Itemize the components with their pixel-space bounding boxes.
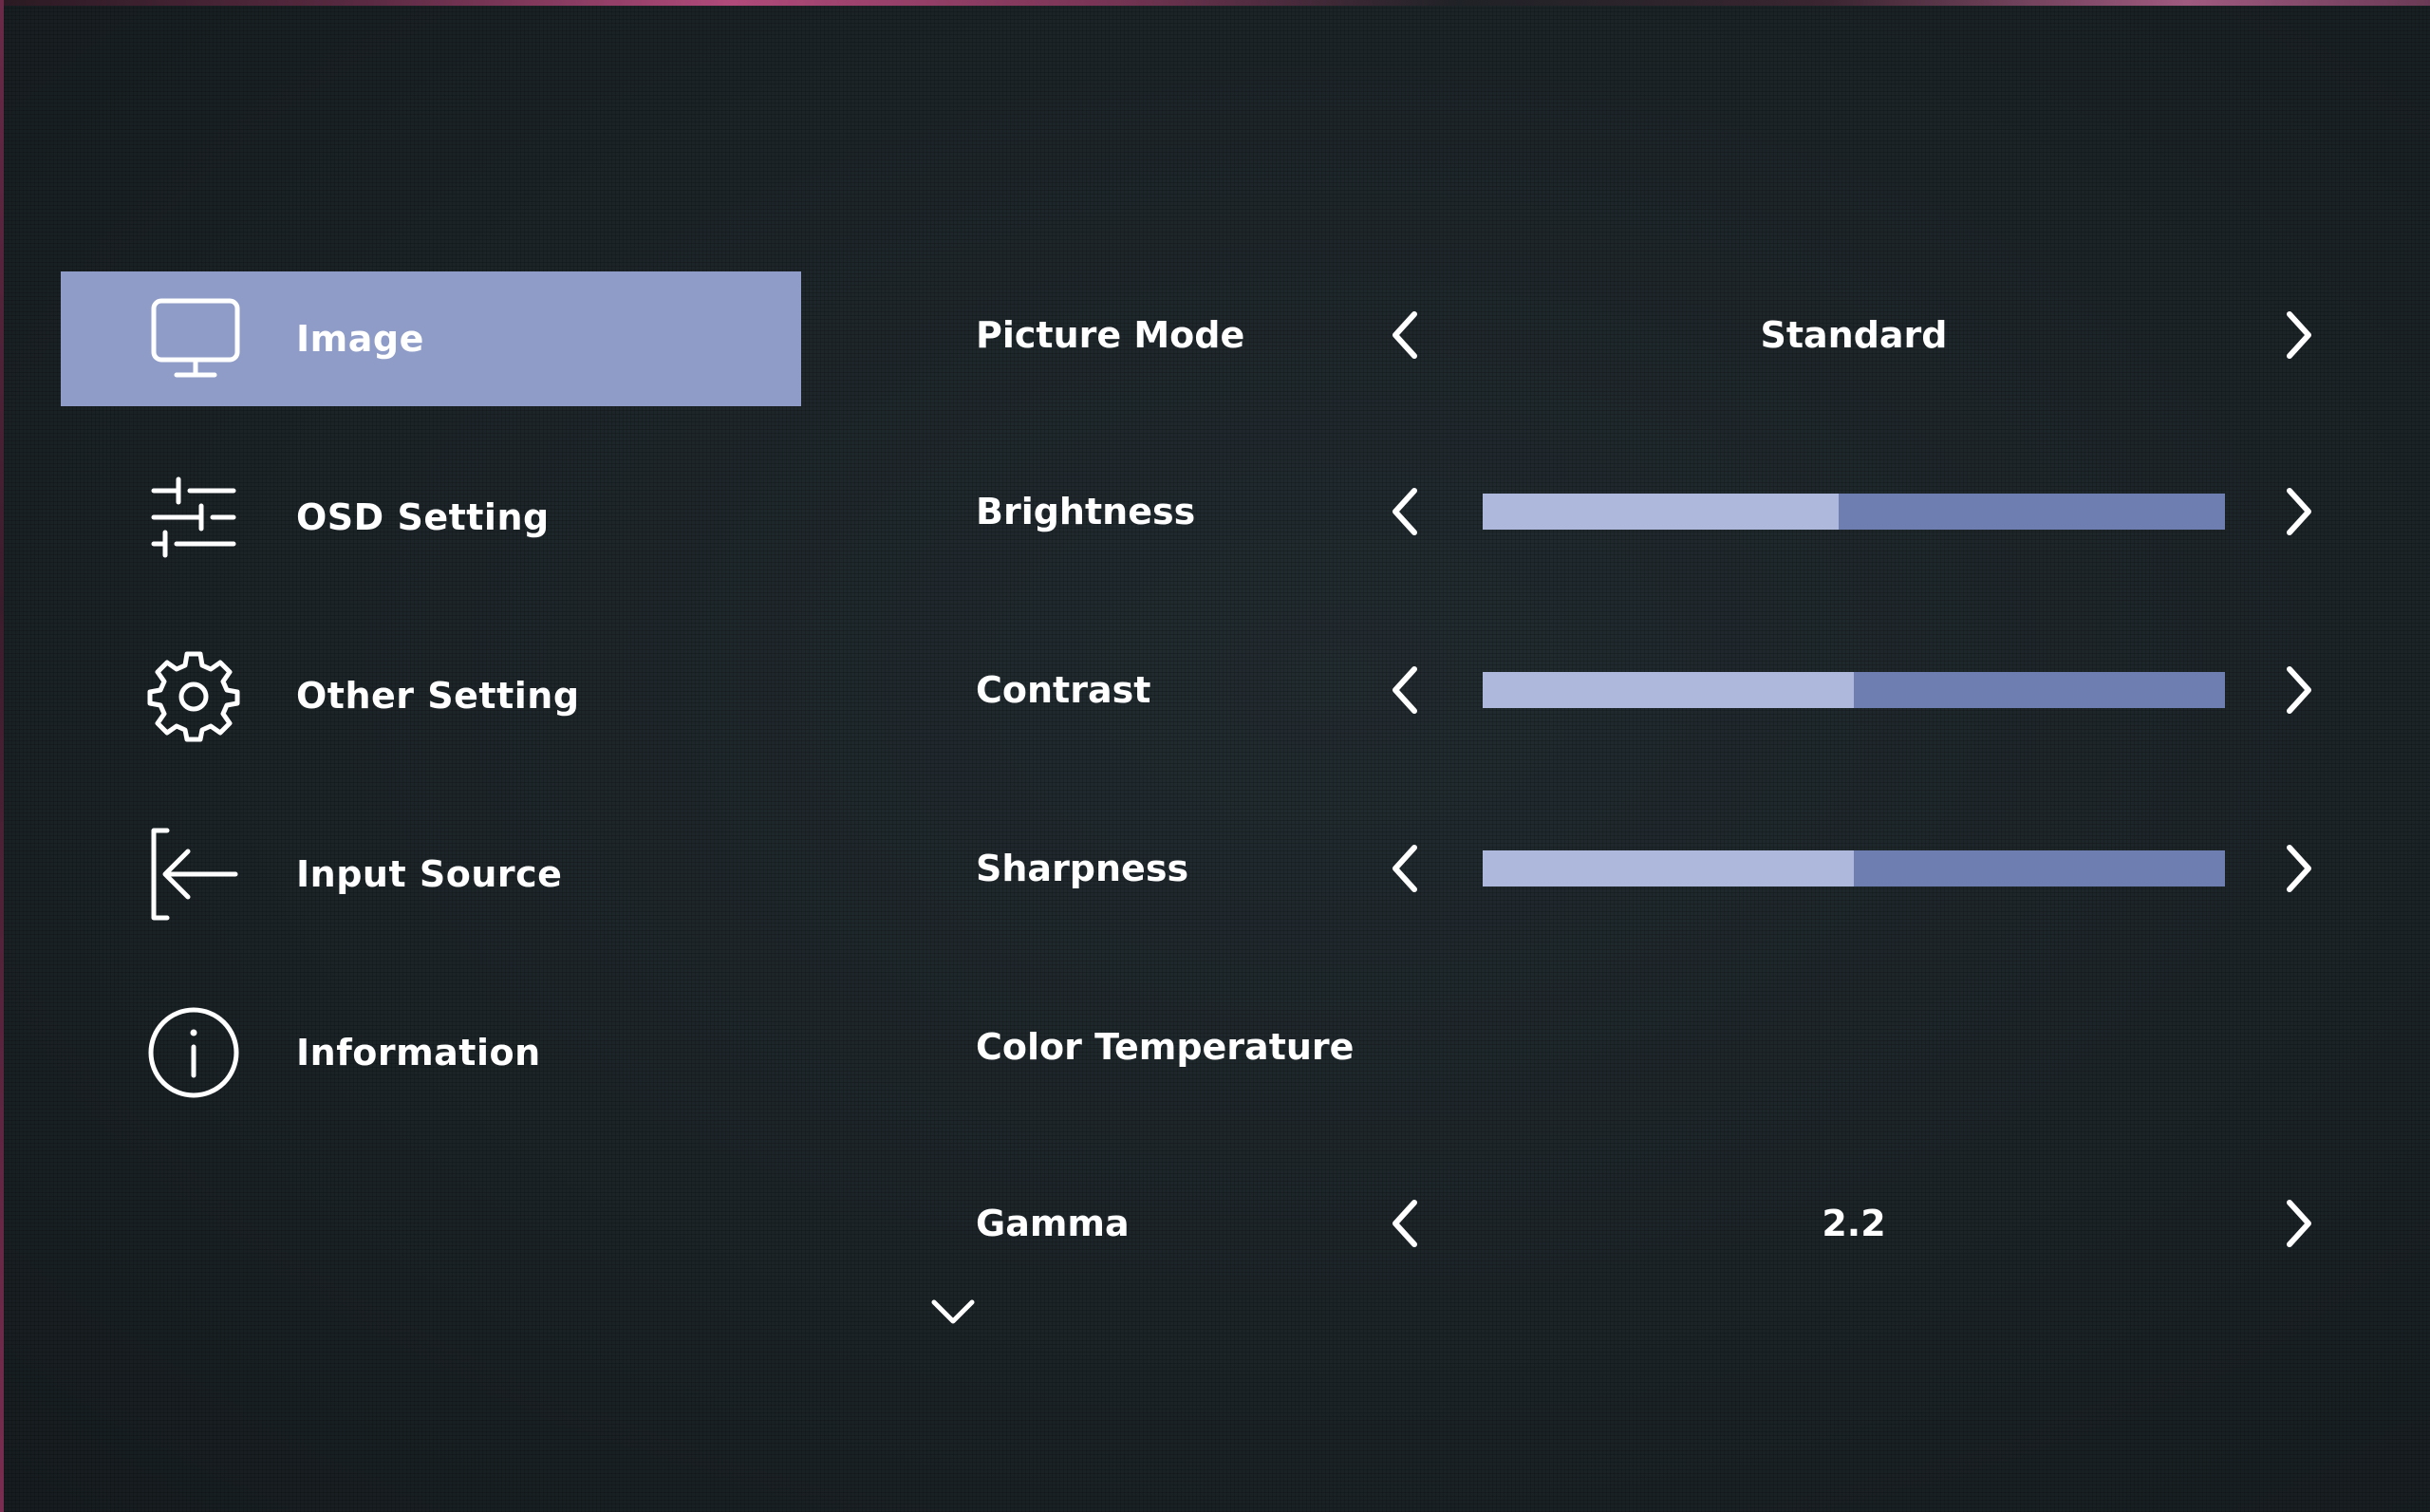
chevron-down-icon[interactable] <box>928 1293 978 1331</box>
setting-brightness[interactable]: Brightness <box>976 469 2324 554</box>
menu-item-other-setting[interactable]: Other Setting <box>61 628 801 763</box>
gear-icon <box>146 648 241 743</box>
setting-label: Brightness <box>976 491 1196 532</box>
bezel-left-edge <box>0 0 4 1512</box>
setting-label: Sharpness <box>976 848 1189 889</box>
chevron-left-icon[interactable] <box>1384 483 1426 540</box>
chevron-right-icon[interactable] <box>2278 840 2320 897</box>
chevron-left-icon[interactable] <box>1384 1195 1426 1252</box>
menu-item-label: Information <box>296 1032 541 1073</box>
setting-contrast[interactable]: Contrast <box>976 647 2324 733</box>
setting-gamma[interactable]: Gamma 2.2 <box>976 1181 2324 1266</box>
menu-item-label: Input Source <box>296 853 563 895</box>
setting-label: Color Temperature <box>976 1026 1355 1068</box>
setting-color-temperature[interactable]: Color Temperature <box>976 1004 2324 1090</box>
setting-sharpness[interactable]: Sharpness <box>976 826 2324 911</box>
sharpness-slider[interactable] <box>1483 850 2225 887</box>
chevron-right-icon[interactable] <box>2278 483 2320 540</box>
gamma-value: 2.2 <box>1822 1203 1886 1244</box>
chevron-right-icon[interactable] <box>2278 1195 2320 1252</box>
setting-label: Picture Mode <box>976 314 1245 356</box>
setting-label: Gamma <box>976 1203 1130 1244</box>
sliders-icon <box>146 470 241 565</box>
chevron-left-icon[interactable] <box>1384 307 1426 364</box>
menu-item-image[interactable]: Image <box>61 271 801 406</box>
osd-screen: Image OSD Setting Other Setting Input So… <box>0 0 2430 1512</box>
chevron-right-icon[interactable] <box>2278 307 2320 364</box>
picture-mode-value: Standard <box>1760 314 1948 356</box>
input-source-icon <box>146 827 241 922</box>
contrast-slider[interactable] <box>1483 672 2225 708</box>
chevron-left-icon[interactable] <box>1384 662 1426 719</box>
menu-item-label: Other Setting <box>296 675 580 717</box>
menu-item-label: OSD Setting <box>296 496 550 538</box>
sharpness-slider-fill <box>1483 850 1854 887</box>
bezel-top-edge <box>0 0 2430 6</box>
chevron-left-icon[interactable] <box>1384 840 1426 897</box>
menu-item-label: Image <box>296 318 424 360</box>
menu-item-information[interactable]: Information <box>61 985 801 1120</box>
contrast-slider-fill <box>1483 672 1854 708</box>
brightness-slider-fill <box>1483 494 1840 530</box>
menu-item-osd-setting[interactable]: OSD Setting <box>61 450 801 585</box>
chevron-right-icon[interactable] <box>2278 662 2320 719</box>
menu-item-input-source[interactable]: Input Source <box>61 807 801 942</box>
setting-picture-mode[interactable]: Picture Mode Standard <box>976 292 2324 378</box>
brightness-slider[interactable] <box>1483 494 2225 530</box>
setting-label: Contrast <box>976 669 1151 711</box>
monitor-icon <box>148 291 243 386</box>
info-icon <box>146 1005 241 1100</box>
